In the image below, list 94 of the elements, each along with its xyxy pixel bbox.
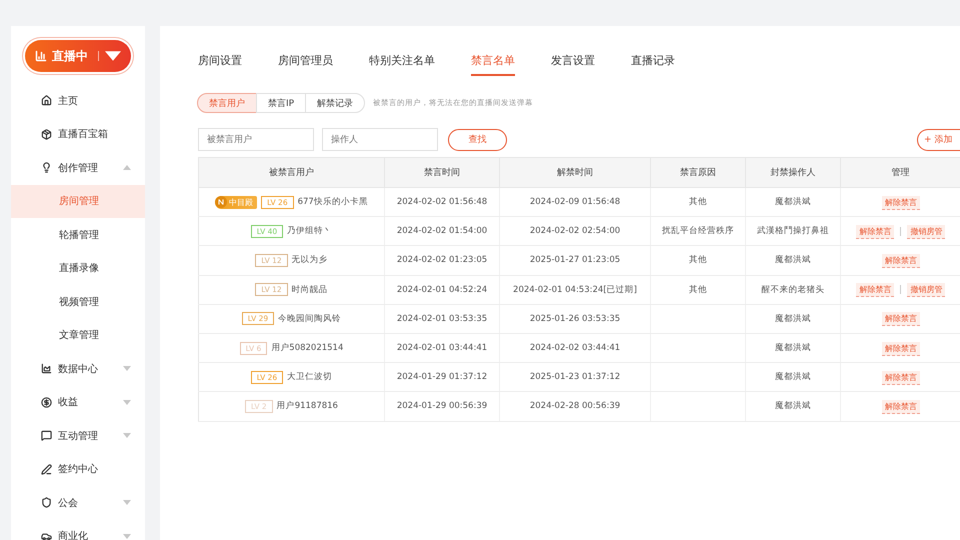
- table-cell: 其他: [650, 275, 746, 304]
- table-cell: 2025-01-26 03:53:35: [500, 304, 650, 334]
- box-icon: [41, 128, 52, 140]
- table-cell: 2024-02-01 03:53:35: [384, 304, 500, 334]
- sidebar-label: 创作管理: [58, 162, 98, 175]
- column-header: 封禁操作人: [746, 158, 840, 188]
- user-name: 今晚园间陶风铃: [278, 312, 342, 325]
- column-header: 管理: [840, 158, 960, 188]
- table-cell: 2024-01-29 00:56:39: [384, 392, 500, 421]
- sidebar-label: 主页: [58, 94, 78, 108]
- table-cell: 魔都洪斌: [746, 188, 840, 217]
- user-name: 无以为乡: [292, 254, 328, 266]
- table-cell: 2025-01-27 01:23:05: [500, 246, 650, 276]
- filter-input[interactable]: 被禁言用户: [198, 128, 314, 151]
- tab[interactable]: 直播记录: [631, 50, 675, 76]
- table-cell: 其他: [650, 188, 746, 217]
- live-button[interactable]: 直播中: [25, 40, 131, 72]
- sidebar-item[interactable]: 直播百宝箱: [11, 118, 145, 151]
- table-cell: 其他: [650, 246, 746, 276]
- table-cell: 扰乱平台经营秩序: [650, 216, 746, 246]
- column-header: 禁言原因: [650, 158, 746, 188]
- table-cell: 2025-01-23 01:37:12: [500, 362, 650, 392]
- caret-up-icon: [123, 165, 131, 170]
- sidebar-label: 互动管理: [58, 430, 98, 443]
- chart-icon: [41, 363, 52, 374]
- table-cell: 2024-02-09 01:56:48: [500, 188, 650, 217]
- segment-tab[interactable]: 解禁记录: [305, 93, 366, 113]
- tab[interactable]: 房间设置: [198, 50, 242, 76]
- caret-down-icon: [123, 500, 131, 506]
- table-cell: 2024-02-01 04:52:24: [384, 275, 500, 304]
- home-icon: [41, 95, 52, 106]
- user-name: 时尚靓品: [292, 284, 328, 296]
- table-cell: 2024-01-29 01:37:12: [384, 362, 500, 392]
- sidebar-subitem[interactable]: 文章管理: [11, 318, 145, 352]
- sidebar-label: 直播百宝箱: [58, 128, 108, 142]
- user-name: 大卫仁波切: [287, 371, 332, 384]
- user-name: 用户91187816: [276, 400, 338, 412]
- column-header: 被禁言用户: [198, 158, 384, 188]
- bar-chart-icon: [35, 50, 47, 62]
- column-header: 解禁时间: [500, 158, 650, 188]
- filter-input[interactable]: 操作人: [322, 128, 438, 151]
- sidebar-item[interactable]: 签约中心: [11, 452, 145, 486]
- table-cell: 魔都洪斌: [746, 362, 840, 392]
- sidebar-label: 公会: [58, 496, 78, 510]
- table-cell: 2024-02-02 02:54:00: [500, 216, 650, 246]
- tab[interactable]: 禁言名单: [471, 50, 515, 76]
- table-cell: 2024-02-02 03:44:41: [500, 333, 650, 363]
- table-cell: 2024-02-02 01:23:05: [384, 246, 500, 276]
- sidebar-subitem[interactable]: 视频管理: [11, 285, 145, 318]
- table-cell: 2024-02-01 04:53:24[已过期]: [500, 275, 650, 304]
- table-cell: 2024-02-01 03:44:41: [384, 333, 500, 363]
- add-button[interactable]: + 添加: [917, 128, 960, 150]
- segment-tab[interactable]: 禁言IP: [256, 93, 306, 113]
- fan-badge: 中目殿: [215, 196, 258, 209]
- sidebar-item[interactable]: 主页: [11, 84, 145, 118]
- sidebar-label: 数据中心: [58, 362, 98, 376]
- caret-down-icon: [123, 534, 131, 539]
- table-cell: 醒不来的老猪头: [746, 275, 840, 304]
- table-cell: 魔都洪斌: [746, 246, 840, 276]
- user-name: 乃伊组特丶: [287, 225, 332, 238]
- table-cell: 2024-02-28 00:56:39: [500, 392, 650, 421]
- sidebar-label: 收益: [58, 396, 78, 410]
- car-icon: [41, 530, 52, 540]
- caret-down-icon: [123, 366, 131, 372]
- tab[interactable]: 特别关注名单: [369, 50, 435, 76]
- sidebar-item[interactable]: 创作管理: [11, 151, 145, 184]
- table-cell: 魔都洪斌: [746, 392, 840, 421]
- column-header: 禁言时间: [384, 158, 500, 188]
- coin-icon: [41, 396, 52, 408]
- caret-down-icon: [123, 400, 131, 405]
- table-cell: 魔都洪斌: [746, 333, 840, 363]
- tab[interactable]: 发言设置: [551, 50, 595, 76]
- sidebar-item[interactable]: 收益: [11, 386, 145, 419]
- table-cell: 武漢格鬥操打鼻祖: [746, 216, 840, 246]
- sidebar-subitem[interactable]: 轮播管理: [11, 218, 145, 252]
- sidebar-item[interactable]: 数据中心: [11, 352, 145, 386]
- sidebar-item[interactable]: 互动管理: [11, 419, 145, 452]
- caret-down-icon: [98, 51, 121, 61]
- user-name: 677快乐的小卡黑: [298, 196, 368, 208]
- search-button[interactable]: 查找: [448, 128, 507, 150]
- user-name: 用户5082021514: [271, 342, 344, 354]
- medal-icon: [215, 196, 228, 208]
- sidebar-item[interactable]: 公会: [11, 486, 145, 520]
- table-cell: 2024-02-02 01:56:48: [384, 188, 500, 217]
- table-cell: 2024-02-02 01:54:00: [384, 216, 500, 246]
- caret-down-icon: [123, 433, 131, 438]
- sidebar-subitem[interactable]: 直播录像: [11, 252, 145, 285]
- chat-icon: [41, 430, 52, 442]
- tab[interactable]: 房间管理员: [278, 50, 333, 76]
- shield-icon: [41, 497, 52, 508]
- lightbulb-icon: [41, 162, 52, 174]
- pen-icon: [41, 464, 52, 475]
- table-cell: 魔都洪斌: [746, 304, 840, 334]
- sidebar-label: 签约中心: [58, 462, 98, 476]
